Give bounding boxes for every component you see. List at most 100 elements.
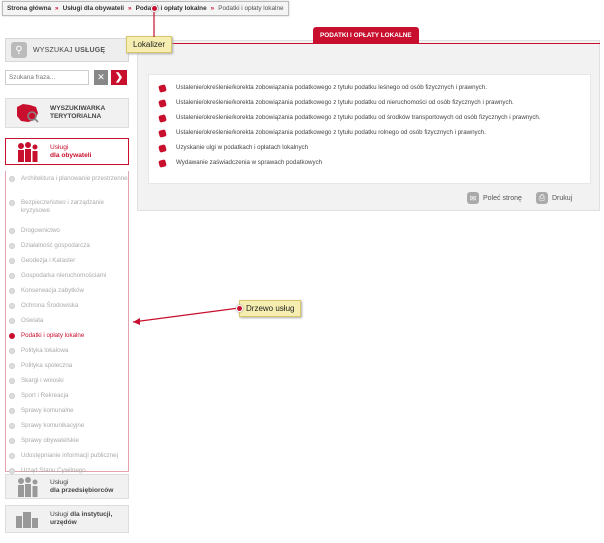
recommend-action[interactable]: ✉ Poleć stronę	[467, 192, 522, 204]
service-link[interactable]: Ustalenie/określenie/korekta zobowiązani…	[158, 129, 558, 138]
institutions-tile-line1-light: Usługi	[50, 511, 69, 518]
tree-item[interactable]: Polityka społeczna	[6, 358, 128, 373]
tree-item-label: Skargi i wnioski	[21, 376, 64, 384]
breadcrumb-level2[interactable]: Podatki i opłaty lokalne	[136, 5, 207, 12]
business-services-tile[interactable]: Usługi dla przedsiębiorców	[5, 474, 129, 499]
service-link-label: Ustalenie/określenie/korekta zobowiązani…	[176, 129, 486, 136]
clear-search-button[interactable]: ✕	[94, 70, 108, 85]
tree-item[interactable]: Drogownictwo	[6, 223, 128, 238]
bullet-icon	[9, 363, 15, 369]
tree-item[interactable]: Oświata	[6, 313, 128, 328]
bullet-icon	[9, 243, 15, 249]
tree-marker	[236, 305, 243, 312]
printer-icon: ⎙	[536, 192, 548, 204]
bullet-icon	[9, 378, 15, 384]
tree-item[interactable]: Ochrona Środowiska	[6, 298, 128, 313]
tree-item-label: Sprawy komunalne	[21, 406, 74, 414]
citizens-tile-line1: Usługi	[50, 143, 69, 151]
bullet-icon	[9, 438, 15, 444]
tree-pointer-line	[132, 307, 240, 323]
document-icon	[157, 98, 168, 109]
citizens-services-tile[interactable]: Usługi dla obywateli	[5, 138, 129, 165]
search-header: ⚲ WYSZUKAJ USŁUGĘ	[5, 38, 129, 62]
print-action[interactable]: ⎙ Drukuj	[536, 192, 572, 204]
bullet-icon	[9, 318, 15, 324]
search-input[interactable]	[5, 70, 89, 85]
tree-item[interactable]: Podatki i opłaty lokalne	[6, 328, 128, 343]
close-icon: ✕	[97, 72, 105, 82]
tree-item[interactable]: Architektura i planowanie przestrzenne	[6, 175, 128, 199]
service-link-label: Ustalenie/określenie/korekta zobowiązani…	[176, 99, 514, 106]
bullet-icon	[9, 393, 15, 399]
breadcrumb-separator: »	[128, 5, 132, 12]
breadcrumb-separator: »	[210, 5, 215, 12]
locator-callout: Lokalizer	[126, 36, 173, 53]
tree-item[interactable]: Konserwacja zabytków	[6, 283, 128, 298]
search-title-light: WYSZUKAJ	[33, 46, 73, 54]
bullet-icon	[9, 423, 15, 429]
tree-item[interactable]: Bezpieczeństwo i zarządzanie kryzysowe	[6, 199, 128, 223]
territorial-search-tile[interactable]: WYSZUKIWARKA TERYTORIALNA	[5, 98, 129, 128]
bullet-icon	[9, 348, 15, 354]
bullet-icon	[9, 200, 15, 206]
service-link[interactable]: Ustalenie/określenie/korekta zobowiązani…	[158, 114, 558, 123]
institutions-services-tile[interactable]: Usługi dla instytucji, urzędów	[5, 505, 129, 533]
tree-item[interactable]: Polityka lokalowa	[6, 343, 128, 358]
tree-item-label: Polityka społeczna	[21, 361, 73, 369]
territorial-tile-line1: WYSZUKIWARKA	[50, 105, 106, 112]
service-link-label: Ustalenie/określenie/korekta zobowiązani…	[176, 114, 541, 121]
bullet-icon	[9, 258, 15, 264]
breadcrumb-separator: »	[55, 5, 59, 12]
breadcrumb-level1[interactable]: Usługi dla obywateli	[63, 5, 124, 12]
tree-item[interactable]: Działalność gospodarcza	[6, 238, 128, 253]
breadcrumb: Strona główna » Usługi dla obywateli » P…	[2, 1, 289, 16]
arrow-head-icon	[133, 318, 140, 325]
service-link[interactable]: Ustalenie/określenie/korekta zobowiązani…	[158, 84, 558, 93]
tree-item-label: Sprawy komunikacyjne	[21, 421, 85, 429]
service-link[interactable]: Uzyskanie ulgi w podatkach i opłatach lo…	[158, 144, 558, 153]
tree-item-label: Oświata	[21, 316, 44, 324]
people-icon	[12, 141, 42, 163]
tree-item-label: Geodezja i Kataster	[21, 256, 76, 264]
tab-podatki[interactable]: PODATKI I OPŁATY LOKALNE	[313, 27, 419, 44]
print-label: Drukuj	[552, 194, 573, 202]
breadcrumb-home[interactable]: Strona główna	[7, 5, 51, 12]
tree-item-label: Architektura i planowanie przestrzenne	[21, 175, 128, 182]
citizens-tile-line2: dla obywateli	[50, 151, 92, 159]
tree-item[interactable]: Sport i Rekreacja	[6, 388, 128, 403]
service-link-label: Ustalenie/określenie/korekta zobowiązani…	[176, 84, 487, 91]
tree-item[interactable]: Geodezja i Kataster	[6, 253, 128, 268]
tree-item[interactable]: Sprawy komunikacyjne	[6, 418, 128, 433]
search-submit-button[interactable]: ❯	[111, 70, 127, 85]
tree-item-label: Udostępnianie informacji publicznej	[21, 451, 118, 459]
tree-item-label: Konserwacja zabytków	[21, 286, 84, 294]
tree-item[interactable]: Skargi i wnioski	[6, 373, 128, 388]
institutions-tile-line2: urzędów	[50, 519, 77, 526]
tree-callout: Drzewo usług	[239, 300, 302, 317]
service-link-label: Uzyskanie ulgi w podatkach i opłatach lo…	[176, 144, 309, 151]
bullet-icon	[9, 273, 15, 279]
document-icon	[157, 83, 168, 94]
map-poland-icon	[12, 102, 42, 124]
chat-icon: ✉	[467, 192, 479, 204]
tree-item[interactable]: Udostępnianie informacji publicznej	[6, 448, 128, 463]
service-tree-list: Architektura i planowanie przestrzenne Be…	[6, 171, 128, 478]
service-link-label: Wydawanie zaświadczenia w sprawach podat…	[176, 159, 323, 166]
tree-item[interactable]: Gospodarka nieruchomościami	[6, 268, 128, 283]
bullet-icon	[9, 176, 15, 182]
bullet-icon	[9, 408, 15, 414]
tree-item-label: Sprawy obywatelskie	[21, 436, 79, 444]
bullet-icon	[9, 303, 15, 309]
business-tile-line2: dla przedsiębiorców	[50, 486, 114, 494]
document-icon	[157, 128, 168, 139]
bullet-icon	[9, 333, 15, 339]
tree-item[interactable]: Sprawy obywatelskie	[6, 433, 128, 448]
page: Strona główna » Usługi dla obywateli » P…	[0, 0, 604, 543]
territorial-tile-line2: TERYTORIALNA	[50, 113, 102, 120]
document-icon	[157, 113, 168, 124]
search-title-bold: USŁUGĘ	[74, 46, 106, 54]
tree-item[interactable]: Sprawy komunalne	[6, 403, 128, 418]
tree-item-label: Bezpieczeństwo i zarządzanie kryzysowe	[21, 199, 104, 214]
service-link[interactable]: Ustalenie/określenie/korekta zobowiązani…	[158, 99, 558, 108]
service-link[interactable]: Wydawanie zaświadczenia w sprawach podat…	[158, 159, 558, 168]
